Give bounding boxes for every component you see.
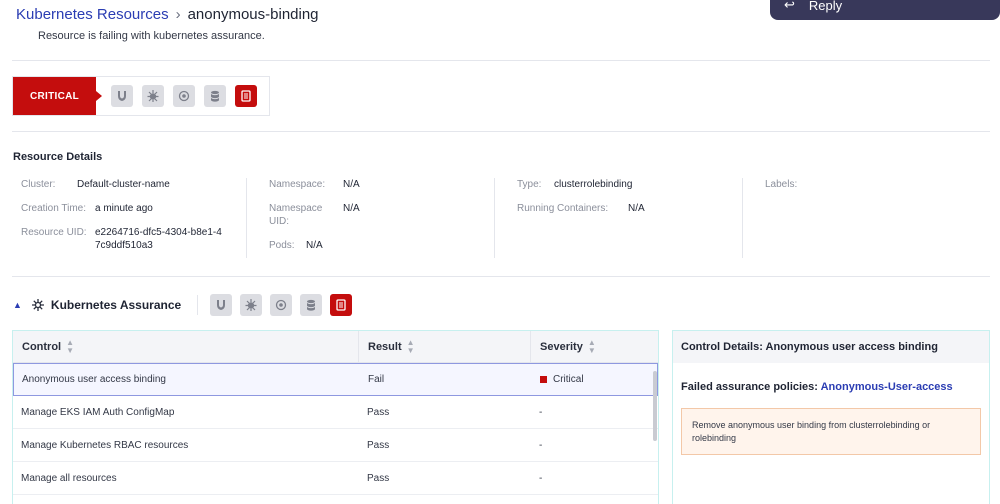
kubernetes-assurance-title: Kubernetes Assurance [50, 298, 182, 312]
detail-value: N/A [628, 203, 645, 214]
detail-running-containers: Running Containers: N/A [517, 202, 742, 215]
detail-label: Namespace: [269, 179, 326, 190]
divider [12, 60, 990, 61]
security-icon-row [111, 85, 257, 107]
detail-type: Type: clusterrolebinding [517, 178, 742, 191]
detail-namespace-uid: Namespace UID: N/A [269, 202, 494, 228]
details-column-3: Type: clusterrolebinding Running Contain… [495, 178, 743, 258]
failed-policies: Failed assurance policies: Anonymous-Use… [681, 381, 989, 393]
database-icon[interactable] [300, 294, 323, 316]
malware-icon[interactable] [240, 294, 263, 316]
collapse-caret-icon[interactable]: ▲ [13, 300, 22, 310]
detail-label: Creation Time: [21, 203, 87, 214]
cell-result: Pass [367, 406, 390, 418]
detail-value: Default-cluster-name [77, 179, 170, 190]
detail-label: Type: [517, 179, 542, 190]
table-row[interactable]: Manage Kubernetes RBAC resources Pass - [13, 429, 658, 462]
reply-arrow-icon: ↩ [784, 0, 795, 12]
divider [197, 295, 199, 315]
reply-button[interactable]: ↩ Reply [770, 0, 1000, 20]
detail-value: clusterrolebinding [554, 179, 633, 190]
column-header-label: Result [368, 340, 402, 353]
detail-label: Cluster: [21, 179, 56, 190]
cell-severity: - [539, 472, 543, 484]
detail-label: Namespace UID: [269, 203, 323, 227]
cell-control: Manage all resources [21, 472, 117, 484]
detail-label: Running Containers: [517, 203, 609, 214]
kubernetes-assurance-header[interactable]: ▲ Kubernetes Assurance [13, 294, 353, 316]
severity-label: Critical [553, 374, 584, 385]
malware-icon[interactable] [142, 85, 164, 107]
detail-value: a minute ago [95, 203, 153, 214]
table-row[interactable]: Anonymous user access binding Fail Criti… [13, 363, 658, 396]
resource-details-grid: Cluster: Default-cluster-name Creation T… [12, 178, 990, 258]
cell-severity: - [539, 439, 543, 451]
critical-severity-icon [540, 376, 547, 383]
detail-label: Labels: [765, 179, 798, 190]
detail-label: Pods: [269, 240, 295, 251]
detail-value: N/A [306, 240, 323, 251]
kubernetes-icon [31, 299, 44, 311]
detail-labels: Labels: [765, 178, 990, 191]
resource-description: Resource is failing with kubernetes assu… [38, 30, 265, 42]
detail-pods: Pods: N/A [269, 239, 494, 252]
severity-badge: CRITICAL [13, 77, 102, 115]
breadcrumb-separator: › [175, 6, 181, 23]
remediation-box: Remove anonymous user binding from clust… [681, 408, 981, 455]
cell-result: Pass [367, 439, 390, 451]
sensitive-data-icon[interactable] [270, 294, 293, 316]
detail-creation-time: Creation Time: a minute ago [21, 202, 246, 215]
assurance-controls-table: Control ▲ ▼ Result ▲ ▼ Severity ▲ ▼ Anonymo… [12, 330, 659, 504]
cell-result: Pass [367, 472, 390, 484]
divider [12, 276, 990, 277]
sort-icon[interactable]: ▲ ▼ [588, 338, 596, 355]
breadcrumb-parent-link[interactable]: Kubernetes Resources [16, 6, 169, 23]
details-column-2: Namespace: N/A Namespace UID: N/A Pods: … [247, 178, 495, 258]
sensitive-data-icon[interactable] [173, 85, 195, 107]
table-row[interactable]: Manage all resources Pass - [13, 462, 658, 495]
cell-severity: - [539, 406, 543, 418]
column-header-severity[interactable]: Severity ▲ ▼ [531, 331, 658, 362]
sort-icon[interactable]: ▲ ▼ [407, 338, 415, 355]
assurance-doc-icon[interactable] [330, 294, 353, 316]
detail-namespace: Namespace: N/A [269, 178, 494, 191]
control-details-panel: Control Details: Anonymous user access b… [672, 330, 990, 504]
detail-value: N/A [343, 179, 360, 190]
policy-link[interactable]: Anonymous-User-access [821, 381, 953, 393]
control-details-title: Control Details: Anonymous user access b… [673, 331, 989, 363]
cell-severity: Critical [532, 364, 657, 395]
table-row[interactable]: Manage EKS IAM Auth ConfigMap Pass - [13, 396, 658, 429]
table-header: Control ▲ ▼ Result ▲ ▼ Severity ▲ ▼ [13, 331, 658, 363]
reply-button-label: Reply [808, 0, 843, 13]
sort-icon[interactable]: ▲ ▼ [66, 338, 74, 355]
table-scrollbar[interactable] [653, 371, 657, 441]
cell-control: Anonymous user access binding [22, 374, 166, 385]
assurance-icon-row [210, 294, 353, 316]
failed-policies-label: Failed assurance policies: [681, 381, 818, 393]
vulnerability-icon[interactable] [111, 85, 133, 107]
vulnerability-icon[interactable] [210, 294, 233, 316]
cell-result: Fail [368, 374, 385, 385]
details-column-4: Labels: [743, 178, 990, 258]
detail-cluster: Cluster: Default-cluster-name [21, 178, 246, 191]
breadcrumb: Kubernetes Resources › anonymous-binding [16, 6, 319, 23]
detail-label: Resource UID: [21, 227, 87, 238]
column-header-result[interactable]: Result ▲ ▼ [359, 331, 531, 362]
breadcrumb-current: anonymous-binding [187, 6, 319, 23]
cell-control: Manage Kubernetes RBAC resources [21, 439, 189, 451]
column-header-label: Severity [540, 340, 583, 353]
detail-value: N/A [343, 203, 360, 214]
column-header-control[interactable]: Control ▲ ▼ [13, 331, 359, 362]
details-column-1: Cluster: Default-cluster-name Creation T… [12, 178, 247, 258]
assurance-doc-icon[interactable] [235, 85, 257, 107]
severity-strip: CRITICAL [12, 76, 270, 116]
resource-details-title: Resource Details [13, 151, 103, 163]
database-icon[interactable] [204, 85, 226, 107]
column-header-label: Control [22, 340, 62, 353]
cell-control: Manage EKS IAM Auth ConfigMap [21, 406, 175, 418]
detail-resource-uid: Resource UID: e2264716-dfc5-4304-b8e1-47… [21, 226, 246, 252]
detail-value: e2264716-dfc5-4304-b8e1-47c9ddf510a3 [95, 227, 222, 251]
divider [12, 131, 990, 132]
